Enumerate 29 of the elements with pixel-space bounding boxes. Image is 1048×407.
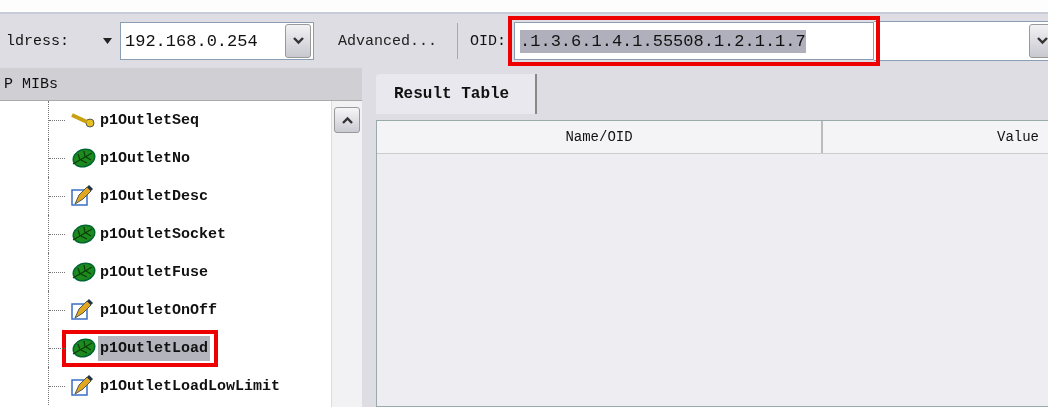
leaf-icon — [70, 337, 96, 359]
tree-item[interactable]: p1OutletFuse — [98, 259, 211, 285]
pen-icon — [70, 185, 96, 207]
column-header[interactable]: Name/OID — [377, 121, 823, 153]
result-tab[interactable]: Result Table — [376, 74, 538, 114]
leaf-icon — [70, 147, 96, 169]
column-header[interactable]: Value — [823, 121, 1048, 153]
address-combo-box[interactable]: 192.168.0.254 — [120, 22, 314, 60]
oid-label: OID: — [470, 32, 507, 50]
tree-item[interactable]: p1OutletLoadLowLimit — [98, 373, 283, 399]
tree-item[interactable]: p1OutletDesc — [98, 183, 211, 209]
dropdown-caret-icon[interactable] — [103, 38, 112, 44]
pen-icon — [70, 375, 96, 397]
chevron-down-icon[interactable] — [1036, 37, 1048, 45]
tree-item[interactable]: p1OutletSocket — [98, 221, 229, 247]
tree-item[interactable]: p1OutletNo — [98, 145, 192, 171]
chevron-up-icon — [341, 116, 353, 124]
tree-item[interactable]: p1OutletLoad — [98, 335, 211, 361]
advanced-button[interactable]: Advanced... — [322, 32, 450, 50]
chevron-down-icon — [292, 37, 304, 45]
leaf-icon — [70, 223, 96, 245]
tree-item[interactable]: p1OutletSeq — [98, 107, 202, 133]
scrollbar[interactable] — [331, 101, 362, 407]
address-label: ldress: — [6, 32, 69, 50]
leaf-icon — [70, 261, 96, 283]
pen-icon — [70, 299, 96, 321]
tree-item[interactable]: p1OutletOnOff — [98, 297, 220, 323]
oid-combo-box[interactable]: .1.3.6.1.4.1.55508.1.2.1.1.7 — [514, 22, 875, 60]
panel-title: P MIBs — [0, 68, 362, 101]
